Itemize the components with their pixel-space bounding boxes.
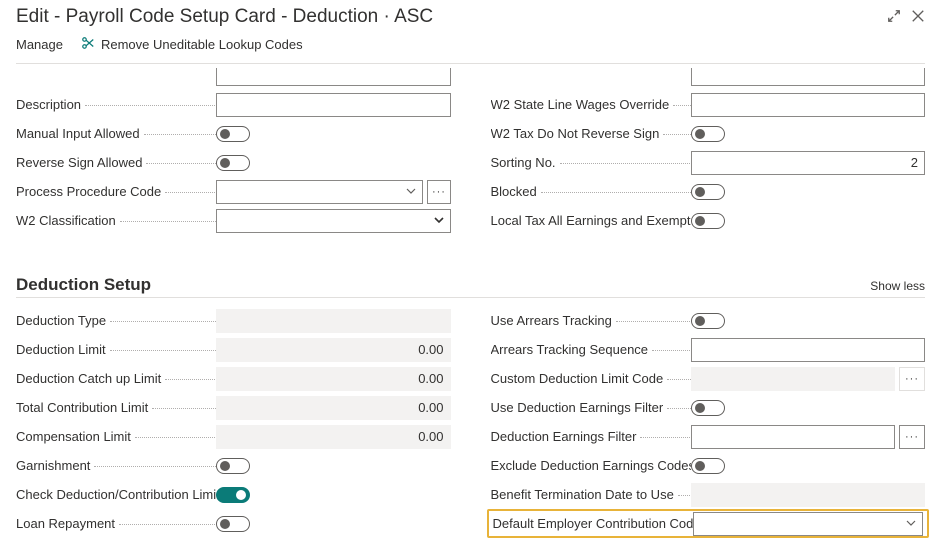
expand-icon[interactable] xyxy=(887,9,901,26)
use-arrears-toggle[interactable] xyxy=(691,313,725,329)
close-icon[interactable] xyxy=(911,9,925,26)
exclude-codes-toggle[interactable] xyxy=(691,458,725,474)
process-proc-assist-button[interactable]: ··· xyxy=(427,180,450,204)
general-top-cut-input[interactable] xyxy=(216,68,451,86)
use-earn-filter-toggle[interactable] xyxy=(691,400,725,416)
comp-limit-value: 0.00 xyxy=(216,425,451,449)
default-emp-contrib-select[interactable] xyxy=(693,512,924,536)
garnishment-label: Garnishment xyxy=(16,458,90,473)
description-input[interactable] xyxy=(216,93,451,117)
w2-tax-no-reverse-toggle[interactable] xyxy=(691,126,725,142)
exclude-codes-label: Exclude Deduction Earnings Codes xyxy=(491,458,691,473)
custom-limit-label: Custom Deduction Limit Code xyxy=(491,371,664,386)
default-emp-contrib-label: Default Employer Contribution Code xyxy=(493,516,693,531)
reverse-sign-label: Reverse Sign Allowed xyxy=(16,155,142,170)
total-contrib-label: Total Contribution Limit xyxy=(16,400,148,415)
scissors-icon xyxy=(81,36,95,53)
manual-input-label: Manual Input Allowed xyxy=(16,126,140,141)
local-tax-toggle[interactable] xyxy=(691,213,725,229)
earn-filter-label: Deduction Earnings Filter xyxy=(491,429,637,444)
benefit-term-value xyxy=(691,483,926,507)
earn-filter-assist-button[interactable]: ··· xyxy=(899,425,925,449)
local-tax-label: Local Tax All Earnings and Exempt D... xyxy=(491,213,691,228)
reverse-sign-toggle[interactable] xyxy=(216,155,250,171)
custom-limit-assist-button[interactable]: ··· xyxy=(899,367,925,391)
process-proc-label: Process Procedure Code xyxy=(16,184,161,199)
process-proc-select[interactable] xyxy=(216,180,423,204)
page-title: Edit - Payroll Code Setup Card - Deducti… xyxy=(16,6,887,28)
chevron-down-icon xyxy=(406,184,416,199)
benefit-term-label: Benefit Termination Date to Use xyxy=(491,487,674,502)
w2-class-select[interactable] xyxy=(216,209,451,233)
w2-state-override-label: W2 State Line Wages Override xyxy=(491,97,670,112)
blocked-label: Blocked xyxy=(491,184,537,199)
w2-class-label: W2 Classification xyxy=(16,213,116,228)
check-limit-label: Check Deduction/Contribution Limi... xyxy=(16,487,216,502)
loan-repay-label: Loan Repayment xyxy=(16,516,115,531)
comp-limit-label: Compensation Limit xyxy=(16,429,131,444)
loan-repay-toggle[interactable] xyxy=(216,516,250,532)
arrears-seq-input[interactable] xyxy=(691,338,926,362)
deduction-setup-title: Deduction Setup xyxy=(16,275,870,295)
catch-up-value: 0.00 xyxy=(216,367,451,391)
w2-tax-no-reverse-label: W2 Tax Do Not Reverse Sign xyxy=(491,126,660,141)
chevron-down-icon xyxy=(434,213,444,228)
manual-input-toggle[interactable] xyxy=(216,126,250,142)
sorting-no-label: Sorting No. xyxy=(491,155,556,170)
deduction-type-label: Deduction Type xyxy=(16,313,106,328)
manage-menu[interactable]: Manage xyxy=(16,37,63,52)
deduction-limit-label: Deduction Limit xyxy=(16,342,106,357)
remove-uneditable-action[interactable]: Remove Uneditable Lookup Codes xyxy=(81,36,303,53)
check-limit-toggle[interactable] xyxy=(216,487,250,503)
w2-state-override-input[interactable] xyxy=(691,93,926,117)
total-contrib-value: 0.00 xyxy=(216,396,451,420)
custom-limit-value xyxy=(691,367,896,391)
deduction-limit-value: 0.00 xyxy=(216,338,451,362)
chevron-down-icon xyxy=(906,516,916,531)
blocked-toggle[interactable] xyxy=(691,184,725,200)
deduction-type-value xyxy=(216,309,451,333)
use-earn-filter-label: Use Deduction Earnings Filter xyxy=(491,400,664,415)
general-top-cut-input-right[interactable] xyxy=(691,68,926,86)
garnishment-toggle[interactable] xyxy=(216,458,250,474)
use-arrears-label: Use Arrears Tracking xyxy=(491,313,612,328)
earn-filter-input[interactable] xyxy=(691,425,896,449)
remove-uneditable-label: Remove Uneditable Lookup Codes xyxy=(101,37,303,52)
arrears-seq-label: Arrears Tracking Sequence xyxy=(491,342,649,357)
sorting-no-input[interactable] xyxy=(691,151,926,175)
show-less-link[interactable]: Show less xyxy=(870,279,925,293)
description-label: Description xyxy=(16,97,81,112)
catch-up-label: Deduction Catch up Limit xyxy=(16,371,161,386)
